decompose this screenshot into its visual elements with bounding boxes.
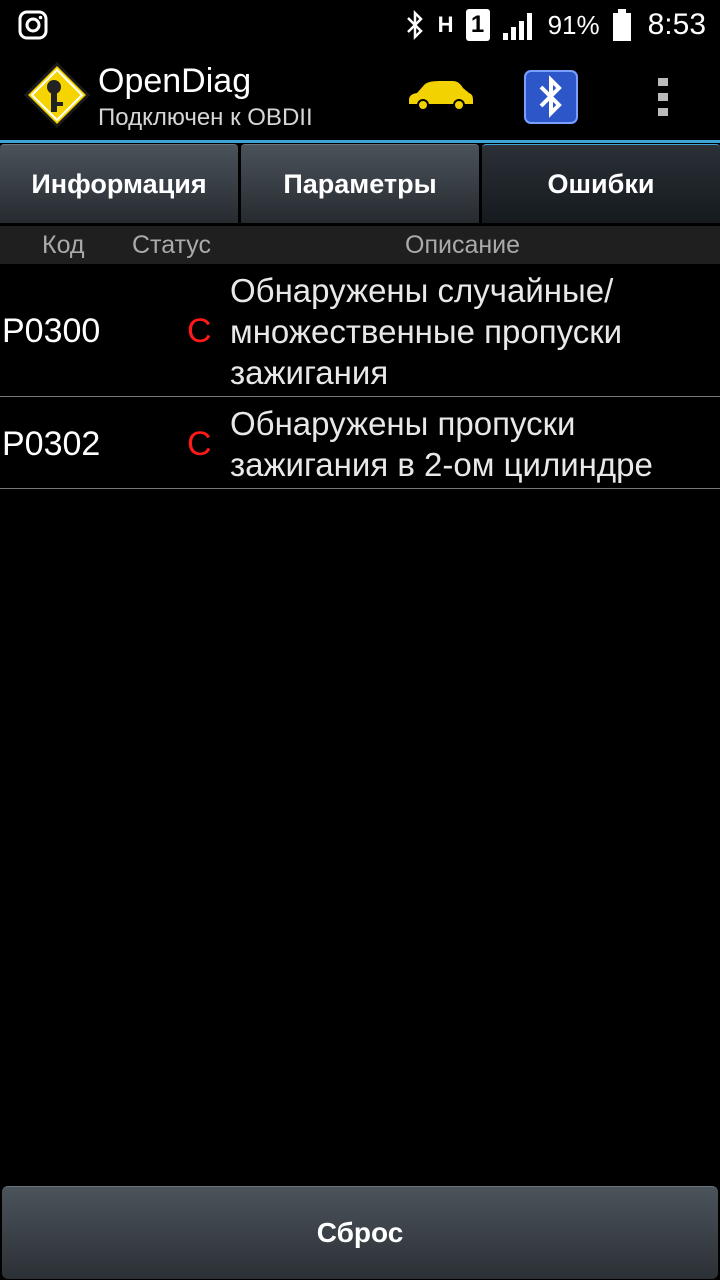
error-description: Обнаружены пропуски зажигания в 2-ом цил… [230,405,653,483]
bluetooth-status-icon [406,9,423,41]
connection-status: Подключен к OBDII [98,104,313,131]
table-header: Код Статус Описание [0,226,720,264]
header-status: Статус [132,231,212,259]
tab-parameters[interactable]: Параметры [241,144,479,223]
clock: 8:53 [647,8,706,41]
error-code: P0302 [2,425,101,463]
car-icon[interactable] [405,78,475,112]
table-row[interactable]: P0302 C Обнаружены пропуски зажигания в … [0,397,720,489]
tab-bar: Информация Параметры Ошибки [0,144,720,224]
table-row[interactable]: P0300 C Обнаружены случайные/ множествен… [0,264,720,397]
network-type: H [437,12,454,37]
error-description: Обнаружены случайные/ множественные проп… [230,272,623,391]
bluetooth-adapter-icon[interactable] [524,70,578,124]
error-code: P0300 [2,312,101,350]
instagram-icon [18,10,48,40]
app-logo-icon [24,62,90,128]
reset-button[interactable]: Сброс [2,1186,718,1279]
error-status: C [187,312,212,350]
status-bar: H 1 91% 8:53 [0,0,720,50]
battery-percent: 91% [547,9,600,40]
signal-icon [502,13,532,40]
header-description: Описание [405,231,521,259]
battery-icon [612,9,631,41]
header-code: Код [42,231,85,259]
app-title: OpenDiag [98,62,252,100]
error-status: C [187,425,212,463]
sim-badge: 1 [465,9,490,41]
action-bar: OpenDiag Подключен к OBDII [0,50,720,143]
tab-errors[interactable]: Ошибки [482,144,720,223]
overflow-menu-icon[interactable] [650,72,676,122]
tab-information[interactable]: Информация [0,144,238,223]
